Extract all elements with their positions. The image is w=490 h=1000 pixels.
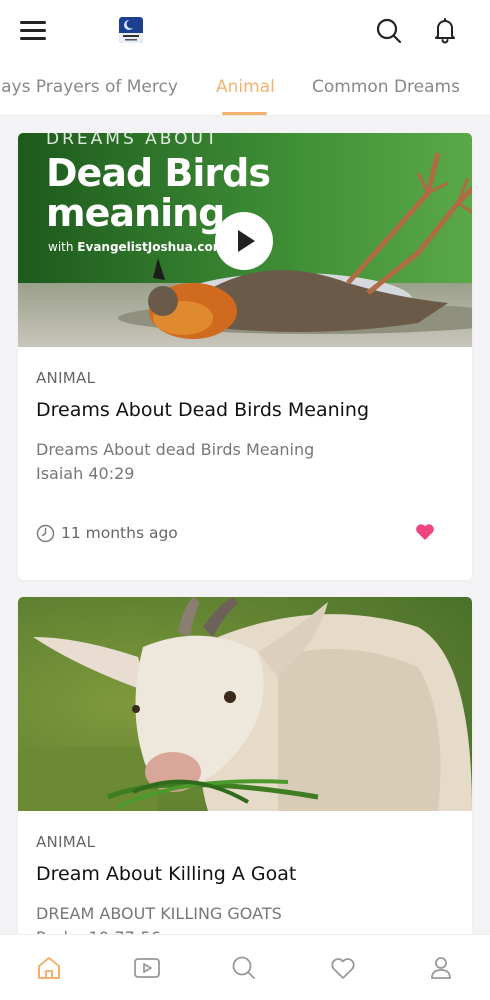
app-bar [0,0,490,62]
tab-animal[interactable]: Animal [216,77,275,97]
thumbnail-overlay-kicker: DREAMS ABOUT [46,133,220,149]
post-category: ANIMAL [36,369,96,387]
tab-common-dreams[interactable]: Common Dreams [312,77,460,97]
profile-icon[interactable] [426,953,456,983]
post-excerpt: Dreams About dead Birds Meaning Isaiah 4… [36,438,314,486]
home-icon[interactable] [34,953,64,983]
app-logo-icon [119,17,143,43]
video-icon[interactable] [132,953,162,983]
post-card[interactable]: DREAMS ABOUT Dead Birds meaning with Eva… [18,133,472,580]
thumbnail-overlay-credit: with EvangelistJoshua.com [48,240,225,254]
post-excerpt-line: Isaiah 40:29 [36,464,135,483]
heart-icon[interactable] [328,953,358,983]
post-thumbnail[interactable]: DREAMS ABOUT Dead Birds meaning with Eva… [18,133,472,347]
hamburger-menu-icon[interactable] [20,19,48,41]
tab-days-prayers-of-mercy[interactable]: Days Prayers of Mercy [0,77,178,97]
thumbnail-overlay-brand: EvangelistJoshua.com [77,240,226,254]
thumbnail-overlay-headline-line2: meaning [46,191,225,235]
heart-icon[interactable] [415,523,437,543]
thumbnail-overlay-with: with [48,240,74,254]
post-thumbnail[interactable] [18,597,472,811]
thumbnail-overlay-headline-line1: Dead Birds [46,151,271,195]
play-button-icon[interactable] [215,212,273,270]
bell-icon[interactable] [432,16,458,44]
search-icon[interactable] [375,17,403,45]
category-tabs: Days Prayers of Mercy Animal Common Drea… [0,62,490,116]
bottom-navigation [0,934,490,1000]
post-title[interactable]: Dream About Killing A Goat [36,863,296,885]
post-meta: 11 months ago [36,523,178,543]
post-excerpt-line: DREAM ABOUT KILLING GOATS [36,904,282,923]
post-category: ANIMAL [36,833,96,851]
active-tab-indicator [222,112,267,115]
post-time: 11 months ago [61,524,178,542]
post-excerpt-line: Dreams About dead Birds Meaning [36,440,315,459]
post-title[interactable]: Dreams About Dead Birds Meaning [36,399,369,421]
search-icon[interactable] [229,953,259,983]
clock-icon [36,524,55,542]
